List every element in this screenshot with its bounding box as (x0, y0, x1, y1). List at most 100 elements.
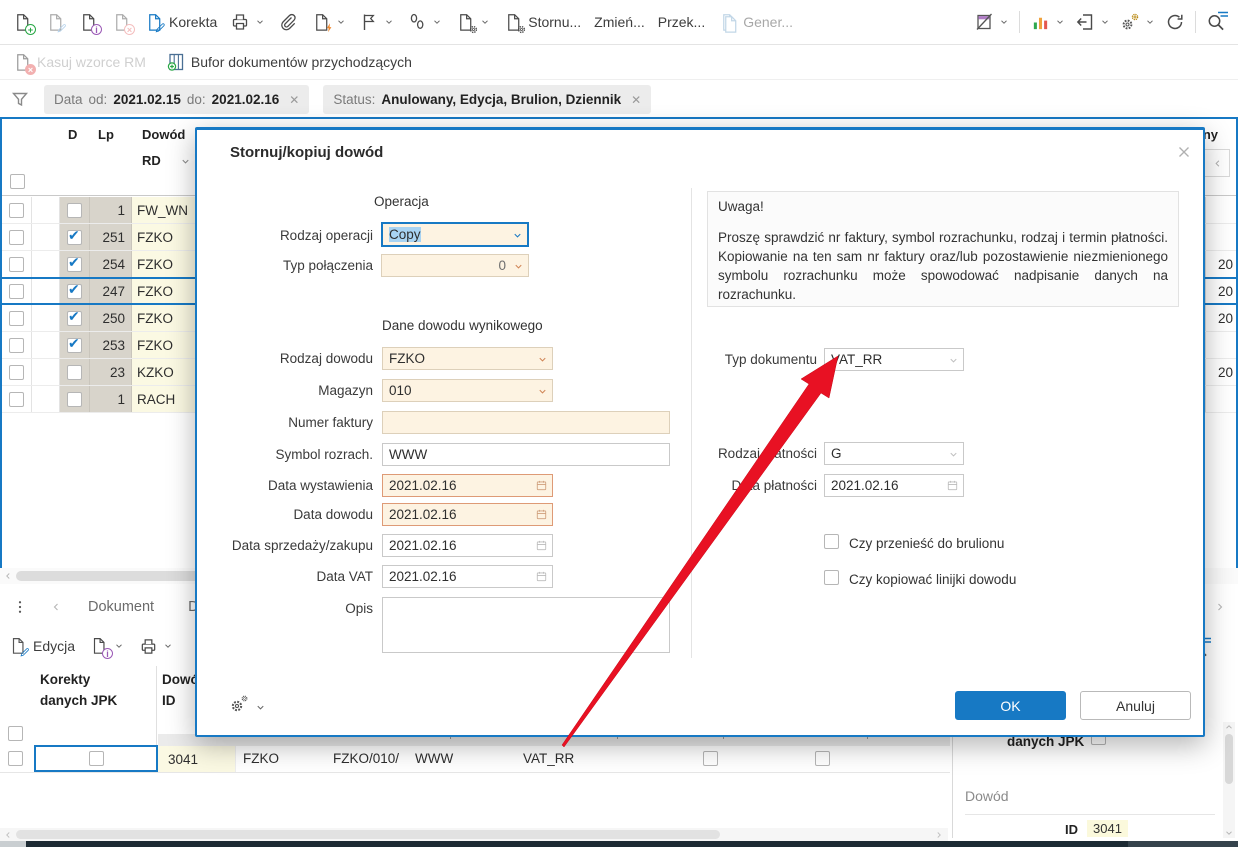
new-document-button[interactable]: + (12, 12, 36, 35)
select-all-checkbox[interactable] (10, 174, 25, 189)
remove-filter-icon[interactable]: ✕ (289, 93, 299, 107)
edycja-button[interactable]: Edycja (8, 636, 75, 656)
document-info-button[interactable]: i (89, 636, 124, 659)
przeksieguj-button[interactable]: Przek... (658, 14, 705, 30)
row-select-checkbox[interactable] (9, 202, 24, 218)
flag-checkbox[interactable] (703, 751, 718, 766)
calendar-icon[interactable] (946, 479, 959, 492)
row-select-checkbox[interactable] (9, 364, 24, 380)
flag-checkbox[interactable] (815, 751, 830, 766)
column-header-korekty-line1[interactable]: Korekty (40, 672, 90, 687)
flag-button[interactable] (359, 12, 394, 32)
column-header-id[interactable]: ID (162, 693, 176, 708)
row-select-checkbox[interactable] (9, 283, 24, 299)
calendar-icon[interactable] (535, 570, 548, 583)
scroll-left-icon[interactable] (3, 571, 13, 581)
delete-document-button[interactable]: × (111, 12, 135, 35)
d-checkbox[interactable] (67, 254, 82, 272)
panel-vertical-scrollbar[interactable] (1223, 722, 1235, 838)
column-header-korekty-line2[interactable]: danych JPK (40, 693, 117, 708)
chevron-down-icon[interactable] (255, 702, 266, 713)
scroll-right-icon[interactable] (934, 830, 944, 840)
tab-dokument[interactable]: Dokument (88, 599, 154, 615)
note-slash-button[interactable] (974, 12, 1009, 32)
table-row[interactable]: 3041 FZKO FZKO/010/ WWW VAT_RR (0, 745, 950, 773)
ok-button[interactable]: OK (955, 691, 1066, 720)
typ-dokumentu-select[interactable]: VAT_RR (824, 348, 964, 371)
export-button[interactable] (1075, 12, 1110, 32)
data-dowodu-input[interactable]: 2021.02.16 (382, 503, 553, 526)
d-checkbox[interactable] (67, 202, 82, 218)
rodzaj-operacji-select[interactable]: Copy (381, 222, 529, 247)
opis-textarea[interactable] (382, 597, 670, 653)
korekta-button[interactable]: Korekta (144, 12, 217, 32)
calendar-icon[interactable] (535, 508, 548, 521)
d-checkbox[interactable] (67, 335, 82, 353)
print-button[interactable] (138, 636, 173, 656)
quick-action-button[interactable] (311, 12, 346, 32)
column-header-d[interactable]: D (68, 127, 77, 142)
d-checkbox[interactable] (67, 308, 82, 326)
scrollbar-thumb[interactable] (1225, 734, 1233, 784)
close-icon[interactable] (1175, 143, 1193, 161)
kasuj-wzorce-button[interactable]: × Kasuj wzorce RM (12, 52, 146, 75)
chart-button[interactable] (1030, 12, 1065, 32)
scrollbar-thumb[interactable] (16, 830, 720, 839)
print-button[interactable] (230, 12, 265, 32)
filter-checkbox[interactable] (8, 726, 23, 741)
data-sprzedazy-input[interactable]: 2021.02.16 (382, 534, 553, 557)
row-select-checkbox[interactable] (9, 310, 24, 326)
korekty-jpk-checkbox[interactable] (88, 751, 104, 766)
magazyn-select[interactable]: 010 (382, 379, 553, 402)
d-checkbox[interactable] (67, 364, 82, 380)
bottom-horizontal-scrollbar[interactable] (0, 828, 948, 841)
scroll-left-icon[interactable] (3, 830, 13, 840)
settings-gear-icon[interactable] (227, 696, 247, 716)
d-checkbox[interactable] (67, 227, 82, 245)
remove-filter-icon[interactable]: ✕ (631, 93, 641, 107)
collapse-panel-button[interactable] (1204, 149, 1230, 177)
subheader-rd[interactable]: RD (142, 153, 161, 168)
stornuj-button[interactable]: Stornu... (503, 12, 581, 32)
anuluj-button[interactable]: Anuluj (1080, 691, 1191, 720)
sort-down-icon[interactable] (180, 156, 191, 167)
generuj-button[interactable]: Gener... (718, 12, 793, 32)
zmien-button[interactable]: Zmień... (594, 14, 645, 30)
bufor-dokumentow-button[interactable]: Bufor dokumentów przychodzących (166, 52, 412, 72)
scroll-up-icon[interactable] (1224, 722, 1234, 732)
document-info-button[interactable]: i (78, 12, 102, 35)
history-steps-button[interactable] (407, 12, 442, 32)
data-platnosci-input[interactable]: 2021.02.16 (824, 474, 964, 497)
kopiowac-linijki-checkbox[interactable] (824, 570, 839, 585)
d-checkbox[interactable] (67, 391, 82, 407)
row-select-checkbox[interactable] (9, 391, 24, 407)
symbol-rozrach-input[interactable]: WWW (382, 443, 670, 466)
attachment-button[interactable] (278, 12, 298, 32)
numer-faktury-input[interactable] (382, 411, 670, 434)
document-operations-button[interactable] (455, 12, 490, 32)
services-button[interactable] (1120, 12, 1155, 32)
refresh-button[interactable] (1165, 12, 1185, 32)
data-vat-input[interactable]: 2021.02.16 (382, 565, 553, 588)
calendar-icon[interactable] (535, 539, 548, 552)
filter-chip-status[interactable]: Status: Anulowany, Edycja, Brulion, Dzie… (323, 85, 652, 114)
rodzaj-dowodu-select[interactable]: FZKO (382, 347, 553, 370)
row-select-checkbox[interactable] (9, 337, 24, 353)
d-checkbox[interactable] (67, 281, 82, 299)
rodzaj-platnosci-select[interactable]: G (824, 442, 964, 465)
korekty-jpk-cell[interactable] (34, 745, 158, 772)
row-select-checkbox[interactable] (9, 256, 24, 272)
edit-document-button[interactable] (45, 12, 65, 32)
funnel-icon[interactable] (10, 90, 30, 110)
more-options-icon[interactable] (12, 599, 28, 615)
search-button[interactable] (1206, 11, 1228, 32)
row-select-checkbox[interactable] (9, 229, 24, 245)
przeniesc-brulion-checkbox[interactable] (824, 534, 839, 549)
panel-expand-icon[interactable] (1214, 601, 1226, 613)
filter-chip-date[interactable]: Data od: 2021.02.15 do: 2021.02.16 ✕ (44, 85, 310, 114)
row-select-checkbox[interactable] (8, 751, 23, 766)
calendar-icon[interactable] (535, 479, 548, 492)
column-header-dowod[interactable]: Dowód (142, 127, 185, 142)
tabs-scroll-left-icon[interactable] (50, 601, 62, 613)
typ-polaczenia-select[interactable]: 0 (381, 254, 529, 277)
